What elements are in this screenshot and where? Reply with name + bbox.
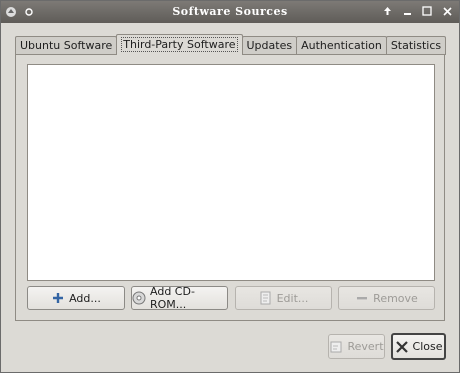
tab-updates[interactable]: Updates xyxy=(241,36,298,55)
tab-label: Authentication xyxy=(301,39,382,52)
tab-label: Ubuntu Software xyxy=(20,39,113,52)
revert-button[interactable]: Revert xyxy=(328,334,385,359)
add-button[interactable]: Add... xyxy=(27,286,125,310)
maximize-icon[interactable] xyxy=(421,4,433,18)
tab-label: Statistics xyxy=(390,39,442,52)
third-party-panel: Add... Add CD-ROM... Edit... Remove xyxy=(15,54,445,321)
shade-icon[interactable] xyxy=(381,4,393,18)
add-button-label: Add... xyxy=(69,291,101,305)
software-sources-window: Software Sources Ubuntu Software Third-P… xyxy=(0,0,460,373)
close-window-icon[interactable] xyxy=(441,4,453,18)
remove-button[interactable]: Remove xyxy=(338,286,435,310)
add-cdrom-button[interactable]: Add CD-ROM... xyxy=(131,285,228,311)
remove-button-label: Remove xyxy=(373,291,418,305)
close-button-label: Close xyxy=(412,340,443,353)
tab-third-party-software[interactable]: Third-Party Software xyxy=(116,34,243,55)
revert-icon xyxy=(329,340,343,354)
cdrom-icon xyxy=(132,291,146,305)
tab-authentication[interactable]: Authentication xyxy=(296,36,387,55)
tab-statistics[interactable]: Statistics xyxy=(385,36,447,55)
tab-label: Updates xyxy=(246,39,293,52)
close-icon xyxy=(395,340,409,354)
title-bar-right-controls xyxy=(381,4,453,18)
tab-bar: Ubuntu Software Third-Party Software Upd… xyxy=(15,34,447,55)
title-bar[interactable]: Software Sources xyxy=(1,1,459,23)
sources-list[interactable] xyxy=(27,64,435,281)
edit-button-label: Edit... xyxy=(276,291,309,305)
minus-icon xyxy=(355,291,369,305)
minimize-icon[interactable] xyxy=(401,4,413,18)
close-button[interactable]: Close xyxy=(391,333,446,360)
tab-ubuntu-software[interactable]: Ubuntu Software xyxy=(15,36,118,55)
add-cdrom-button-label: Add CD-ROM... xyxy=(150,285,195,311)
tab-label: Third-Party Software xyxy=(121,37,238,52)
edit-icon xyxy=(259,291,273,305)
revert-button-label: Revert xyxy=(347,340,384,353)
plus-icon xyxy=(51,291,65,305)
edit-button[interactable]: Edit... xyxy=(235,286,332,310)
